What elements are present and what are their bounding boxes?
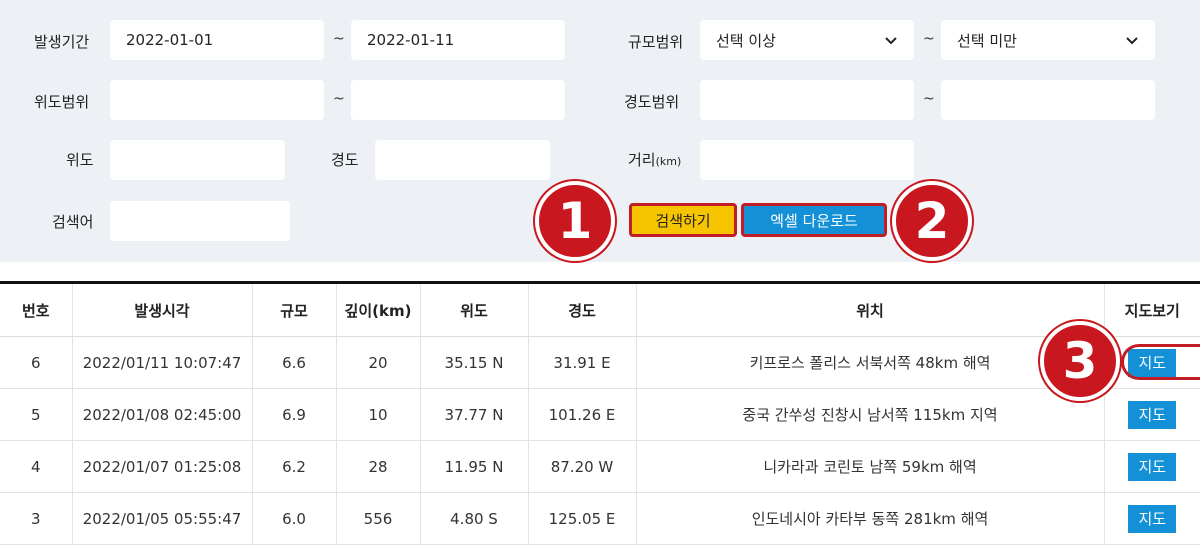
period-label: 발생기간 [34, 33, 90, 51]
magnitude-max-select[interactable]: 선택 미만 [941, 20, 1155, 60]
cell-time: 2022/01/08 02:45:00 [71, 388, 252, 441]
cell-lat: 37.77 N [419, 388, 528, 441]
table-row: 4 2022/01/07 01:25:08 6.2 28 11.95 N 87.… [0, 440, 1200, 493]
magnitude-label: 규모범위 [628, 33, 684, 51]
magnitude-tilde: ~ [923, 31, 935, 47]
table-row: 3 2022/01/05 05:55:47 6.0 556 4.80 S 125… [0, 492, 1200, 545]
distance-label: 거리(km) [628, 149, 681, 170]
cell-magnitude: 6.9 [251, 388, 336, 441]
table-header-row: 번호 발생시각 규모 깊이(km) 위도 경도 위치 지도보기 [0, 282, 1200, 337]
cell-time: 2022/01/05 05:55:47 [71, 492, 252, 545]
period-to-input[interactable] [351, 20, 565, 60]
cell-depth: 20 [335, 336, 420, 389]
lon-range-from-input[interactable] [700, 80, 914, 120]
callout-1-badge: 1 [535, 181, 615, 261]
period-from-input[interactable] [110, 20, 324, 60]
cell-time: 2022/01/11 10:07:47 [71, 336, 252, 389]
cell-map: 지도 [1103, 440, 1200, 493]
cell-no: 6 [0, 336, 72, 389]
header-lon: 경도 [527, 282, 636, 337]
cell-no: 4 [0, 440, 72, 493]
callout-2-badge: 2 [892, 181, 972, 261]
lat-range-tilde: ~ [333, 91, 345, 107]
keyword-label: 검색어 [52, 213, 94, 231]
cell-lon: 101.26 E [527, 388, 636, 441]
lon-label: 경도 [331, 151, 359, 169]
cell-depth: 556 [335, 492, 420, 545]
cell-location: 중국 간쑤성 진창시 남서쪽 115km 지역 [635, 388, 1104, 441]
header-lat: 위도 [419, 282, 528, 337]
cell-no: 3 [0, 492, 72, 545]
lon-range-label: 경도범위 [624, 93, 680, 111]
chevron-down-icon [1126, 37, 1138, 45]
lat-input[interactable] [110, 140, 285, 180]
header-no: 번호 [0, 282, 72, 337]
header-time: 발생시각 [71, 282, 252, 337]
keyword-input[interactable] [110, 201, 290, 241]
lon-input[interactable] [375, 140, 550, 180]
cell-lat: 35.15 N [419, 336, 528, 389]
distance-label-text: 거리 [628, 151, 656, 169]
magnitude-max-value: 선택 미만 [957, 31, 1017, 50]
header-map: 지도보기 [1103, 282, 1200, 337]
cell-time: 2022/01/07 01:25:08 [71, 440, 252, 493]
cell-location: 인도네시아 카타부 동쪽 281km 해역 [635, 492, 1104, 545]
cell-lon: 125.05 E [527, 492, 636, 545]
search-panel: 발생기간 ~ 규모범위 선택 이상 ~ 선택 미만 위도범위 ~ 경도범위 ~ … [0, 0, 1200, 262]
lat-range-label: 위도범위 [34, 93, 90, 111]
lat-label: 위도 [66, 151, 94, 169]
cell-lon: 31.91 E [527, 336, 636, 389]
header-depth: 깊이(km) [335, 282, 420, 337]
cell-magnitude: 6.2 [251, 440, 336, 493]
cell-lon: 87.20 W [527, 440, 636, 493]
header-location: 위치 [635, 282, 1104, 337]
distance-unit: (km) [655, 155, 682, 168]
excel-download-button[interactable]: 엑셀 다운로드 [741, 203, 887, 237]
cell-map: 지도 [1103, 388, 1200, 441]
lat-range-to-input[interactable] [351, 80, 565, 120]
cell-depth: 10 [335, 388, 420, 441]
distance-input[interactable] [700, 140, 914, 180]
callout-3-outline [1121, 344, 1200, 380]
map-button[interactable]: 지도 [1128, 452, 1177, 481]
lon-range-to-input[interactable] [941, 80, 1155, 120]
earthquake-table: 번호 발생시각 규모 깊이(km) 위도 경도 위치 지도보기 6 2022/0… [0, 281, 1200, 545]
header-magnitude: 규모 [251, 282, 336, 337]
cell-depth: 28 [335, 440, 420, 493]
map-button[interactable]: 지도 [1128, 400, 1177, 429]
cell-magnitude: 6.6 [251, 336, 336, 389]
cell-map: 지도 [1103, 492, 1200, 545]
lat-range-from-input[interactable] [110, 80, 324, 120]
magnitude-min-value: 선택 이상 [716, 31, 776, 50]
cell-location: 키프로스 폴리스 서북서쪽 48km 해역 [635, 336, 1104, 389]
magnitude-min-select[interactable]: 선택 이상 [700, 20, 914, 60]
cell-no: 5 [0, 388, 72, 441]
cell-magnitude: 6.0 [251, 492, 336, 545]
map-button[interactable]: 지도 [1128, 504, 1177, 533]
cell-lat: 11.95 N [419, 440, 528, 493]
lon-range-tilde: ~ [923, 91, 935, 107]
period-tilde: ~ [333, 31, 345, 47]
search-button[interactable]: 검색하기 [629, 203, 737, 237]
table-row: 5 2022/01/08 02:45:00 6.9 10 37.77 N 101… [0, 388, 1200, 441]
cell-location: 니카라과 코린토 남쪽 59km 해역 [635, 440, 1104, 493]
table-row: 6 2022/01/11 10:07:47 6.6 20 35.15 N 31.… [0, 336, 1200, 389]
cell-lat: 4.80 S [419, 492, 528, 545]
chevron-down-icon [885, 37, 897, 45]
callout-3-badge: 3 [1040, 321, 1120, 401]
